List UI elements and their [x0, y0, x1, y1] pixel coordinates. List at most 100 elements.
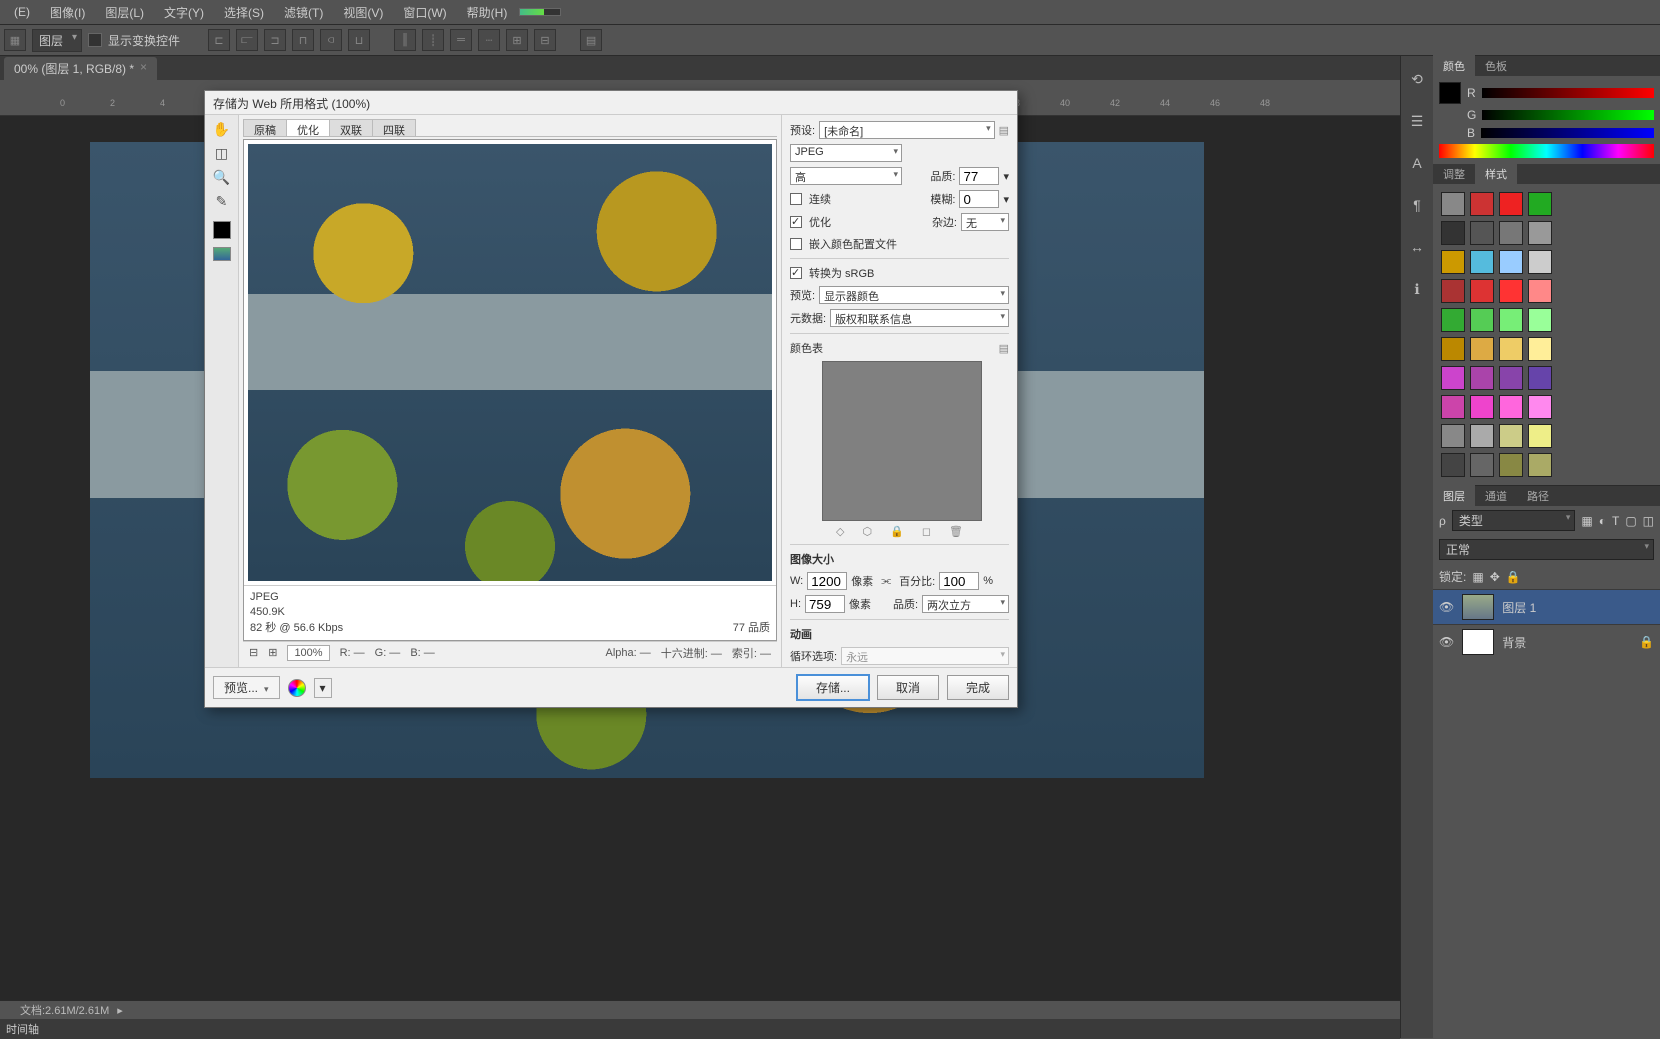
style-swatch[interactable]: [1499, 308, 1523, 332]
lock-position-icon[interactable]: ✥: [1490, 570, 1500, 584]
menu-e[interactable]: (E): [4, 5, 40, 19]
style-swatch[interactable]: [1470, 366, 1494, 390]
height-input[interactable]: [805, 595, 845, 613]
tab-channels[interactable]: 通道: [1475, 485, 1517, 507]
style-swatch[interactable]: [1441, 424, 1465, 448]
distribute-5-icon[interactable]: ⊞: [506, 29, 528, 51]
tab-layers[interactable]: 图层: [1433, 485, 1475, 507]
resample-select[interactable]: 两次立方: [922, 595, 1009, 613]
filter-text-icon[interactable]: T: [1612, 514, 1619, 528]
style-swatch[interactable]: [1528, 366, 1552, 390]
menu-layer[interactable]: 图层(L): [95, 4, 154, 21]
tab-paths[interactable]: 路径: [1517, 485, 1559, 507]
visibility-toggle-icon[interactable]: 👁: [1439, 635, 1454, 649]
zoom-tool-icon[interactable]: 🔍: [210, 167, 234, 187]
style-swatch[interactable]: [1528, 279, 1552, 303]
blur-dropdown-icon[interactable]: ▾: [1003, 193, 1009, 206]
style-swatch[interactable]: [1470, 308, 1494, 332]
style-swatch[interactable]: [1470, 424, 1494, 448]
style-swatch[interactable]: [1528, 192, 1552, 216]
style-swatch[interactable]: [1470, 279, 1494, 303]
style-swatch[interactable]: [1441, 337, 1465, 361]
style-swatch[interactable]: [1441, 250, 1465, 274]
distribute-2-icon[interactable]: ┊: [422, 29, 444, 51]
style-swatch[interactable]: [1470, 221, 1494, 245]
ct-new-icon[interactable]: ◻: [922, 525, 931, 538]
b-slider[interactable]: [1481, 128, 1654, 138]
layer-filter-select[interactable]: 类型: [1452, 510, 1576, 531]
doc-menu-icon[interactable]: ▸: [117, 1004, 123, 1017]
style-swatch[interactable]: [1499, 395, 1523, 419]
filter-adjust-icon[interactable]: ◐: [1599, 514, 1606, 528]
matte-select[interactable]: 无: [961, 213, 1009, 231]
timeline-label[interactable]: 时间轴: [6, 1021, 39, 1037]
style-swatch[interactable]: [1499, 221, 1523, 245]
document-tab[interactable]: 00% (图层 1, RGB/8) * ×: [4, 57, 157, 80]
tab-adjustments[interactable]: 调整: [1433, 163, 1475, 185]
hand-tool-icon[interactable]: ✋: [210, 119, 234, 139]
style-swatch[interactable]: [1499, 250, 1523, 274]
browser-preview-icon[interactable]: [288, 679, 306, 697]
style-swatch[interactable]: [1528, 308, 1552, 332]
brush-icon[interactable]: ↔: [1406, 236, 1428, 258]
align-left-icon[interactable]: ⊏: [208, 29, 230, 51]
g-slider[interactable]: [1482, 110, 1654, 120]
style-swatch[interactable]: [1470, 337, 1494, 361]
tab-swatches[interactable]: 色板: [1475, 55, 1517, 77]
align-top-icon[interactable]: ⊓: [292, 29, 314, 51]
percent-input[interactable]: [939, 572, 979, 590]
close-tab-icon[interactable]: ×: [140, 60, 147, 77]
style-swatch[interactable]: [1441, 308, 1465, 332]
style-swatch[interactable]: [1441, 453, 1465, 477]
layer-name[interactable]: 背景: [1502, 634, 1526, 651]
lock-all-icon[interactable]: 🔒: [1506, 570, 1521, 584]
style-swatch[interactable]: [1528, 221, 1552, 245]
style-swatch[interactable]: [1499, 366, 1523, 390]
link-icon[interactable]: ⫘: [881, 575, 891, 588]
preset-select[interactable]: [未命名]: [819, 121, 995, 139]
ct-lock-icon[interactable]: 🔒: [890, 525, 904, 538]
toggle-slices-icon[interactable]: [213, 247, 231, 261]
style-swatch[interactable]: [1470, 250, 1494, 274]
fg-color-swatch[interactable]: [1439, 82, 1461, 104]
style-swatch[interactable]: [1528, 424, 1552, 448]
zoom-in-icon[interactable]: ⊞: [268, 646, 277, 659]
style-swatch[interactable]: [1441, 395, 1465, 419]
style-swatch[interactable]: [1528, 453, 1552, 477]
info-icon[interactable]: ℹ: [1406, 278, 1428, 300]
save-button[interactable]: 存储...: [797, 675, 869, 700]
embed-profile-checkbox[interactable]: [790, 238, 802, 250]
tab-styles[interactable]: 样式: [1475, 163, 1517, 185]
lock-pixels-icon[interactable]: ▦: [1472, 570, 1483, 584]
auto-align-icon[interactable]: ▤: [580, 29, 602, 51]
show-transform-checkbox[interactable]: [88, 33, 102, 47]
quality-input[interactable]: [959, 167, 999, 185]
filter-pixel-icon[interactable]: ▦: [1581, 514, 1592, 528]
quality-dropdown-icon[interactable]: ▾: [1003, 170, 1009, 183]
tab-color[interactable]: 颜色: [1433, 55, 1475, 77]
style-swatch[interactable]: [1499, 453, 1523, 477]
tab-4up[interactable]: 四联: [372, 119, 416, 136]
style-swatch[interactable]: [1470, 192, 1494, 216]
menu-filter[interactable]: 滤镜(T): [274, 4, 333, 21]
layer-name[interactable]: 图层 1: [1502, 599, 1536, 616]
align-center-v-icon[interactable]: ⫏: [320, 29, 342, 51]
align-center-h-icon[interactable]: ⫍: [236, 29, 258, 51]
layer-item[interactable]: 👁 图层 1: [1433, 589, 1660, 624]
style-swatch[interactable]: [1441, 221, 1465, 245]
menu-image[interactable]: 图像(I): [40, 4, 95, 21]
tab-original[interactable]: 原稿: [243, 119, 287, 136]
menu-window[interactable]: 窗口(W): [393, 4, 456, 21]
distribute-3-icon[interactable]: ═: [450, 29, 472, 51]
blend-mode-select[interactable]: 正常: [1439, 539, 1654, 560]
style-swatch[interactable]: [1528, 337, 1552, 361]
convert-srgb-checkbox[interactable]: [790, 267, 802, 279]
menu-select[interactable]: 选择(S): [214, 4, 274, 21]
character-icon[interactable]: A: [1406, 152, 1428, 174]
align-bottom-icon[interactable]: ⊔: [348, 29, 370, 51]
ct-trash-icon[interactable]: 🗑: [949, 525, 963, 538]
history-icon[interactable]: ⟲: [1406, 68, 1428, 90]
done-button[interactable]: 完成: [947, 675, 1009, 700]
align-right-icon[interactable]: ⊐: [264, 29, 286, 51]
slice-tool-icon[interactable]: ◫: [210, 143, 234, 163]
